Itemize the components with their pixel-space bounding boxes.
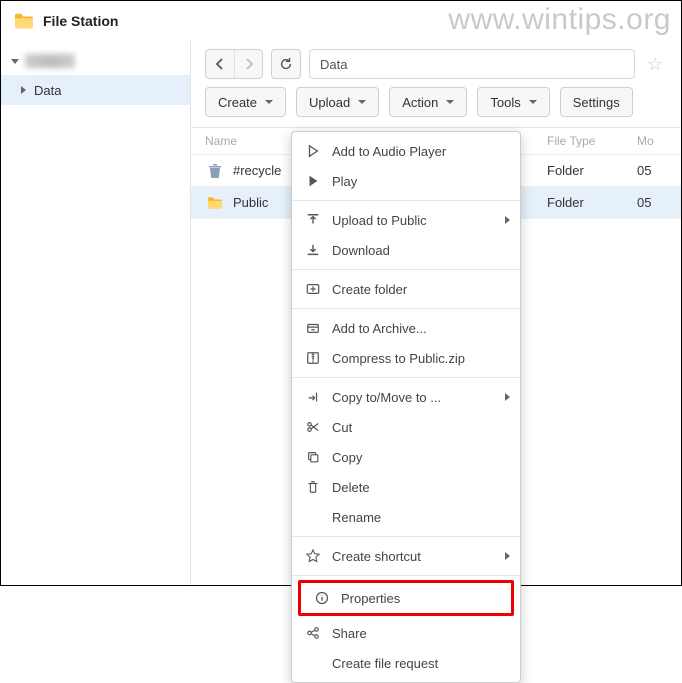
ctx-delete[interactable]: Delete bbox=[292, 472, 520, 502]
folder-plus-icon bbox=[304, 280, 322, 298]
ctx-file-request[interactable]: Create file request bbox=[292, 648, 520, 678]
folder-icon bbox=[205, 193, 225, 213]
ctx-add-archive[interactable]: Add to Archive... bbox=[292, 313, 520, 343]
file-type: Folder bbox=[547, 195, 637, 210]
ctx-cut[interactable]: Cut bbox=[292, 412, 520, 442]
col-mod[interactable]: Mo bbox=[637, 134, 667, 148]
ctx-share[interactable]: Share bbox=[292, 618, 520, 648]
ctx-compress[interactable]: Compress to Public.zip bbox=[292, 343, 520, 373]
trash-icon bbox=[304, 478, 322, 496]
ctx-rename[interactable]: Rename bbox=[292, 502, 520, 532]
sidebar: Data bbox=[1, 41, 191, 585]
back-button[interactable] bbox=[206, 50, 234, 78]
play-outline-icon bbox=[304, 142, 322, 160]
titlebar: File Station bbox=[1, 1, 681, 41]
actions-toolbar: Create Upload Action Tools Settings bbox=[191, 87, 681, 128]
upload-icon bbox=[304, 211, 322, 229]
upload-button[interactable]: Upload bbox=[296, 87, 379, 117]
play-icon bbox=[304, 172, 322, 190]
info-icon bbox=[313, 589, 331, 607]
download-icon bbox=[304, 241, 322, 259]
favorite-star-icon[interactable]: ☆ bbox=[643, 54, 667, 75]
forward-button[interactable] bbox=[234, 50, 262, 78]
ctx-download[interactable]: Download bbox=[292, 235, 520, 265]
blank-icon bbox=[304, 508, 322, 526]
window-title: File Station bbox=[43, 13, 118, 29]
caret-down-icon bbox=[11, 59, 19, 64]
ctx-create-shortcut[interactable]: Create shortcut bbox=[292, 541, 520, 571]
settings-button[interactable]: Settings bbox=[560, 87, 633, 117]
file-name: #recycle bbox=[233, 163, 281, 178]
separator bbox=[292, 308, 520, 309]
archive-icon bbox=[304, 319, 322, 337]
move-icon bbox=[304, 388, 322, 406]
ctx-upload-to[interactable]: Upload to Public bbox=[292, 205, 520, 235]
separator bbox=[292, 377, 520, 378]
folder-icon bbox=[13, 12, 35, 30]
sidebar-item-data[interactable]: Data bbox=[1, 75, 190, 105]
separator bbox=[292, 575, 520, 576]
blank-icon bbox=[304, 654, 322, 672]
share-icon bbox=[304, 624, 322, 642]
refresh-button[interactable] bbox=[271, 49, 301, 79]
file-name: Public bbox=[233, 195, 268, 210]
ctx-create-folder[interactable]: Create folder bbox=[292, 274, 520, 304]
file-type: Folder bbox=[547, 163, 637, 178]
sidebar-item-label: Data bbox=[34, 83, 61, 98]
chevron-right-icon bbox=[505, 552, 510, 560]
tools-button[interactable]: Tools bbox=[477, 87, 549, 117]
blurred-root-label bbox=[25, 54, 75, 68]
copy-icon bbox=[304, 448, 322, 466]
create-button[interactable]: Create bbox=[205, 87, 286, 117]
ctx-copy[interactable]: Copy bbox=[292, 442, 520, 472]
separator bbox=[292, 269, 520, 270]
file-mod: 05 bbox=[637, 195, 667, 210]
col-type[interactable]: File Type bbox=[547, 134, 637, 148]
file-mod: 05 bbox=[637, 163, 667, 178]
star-icon bbox=[304, 547, 322, 565]
nav-group bbox=[205, 49, 263, 79]
caret-right-icon bbox=[21, 86, 26, 94]
context-menu: Add to Audio Player Play Upload to Publi… bbox=[291, 131, 521, 683]
ctx-copy-move[interactable]: Copy to/Move to ... bbox=[292, 382, 520, 412]
ctx-properties[interactable]: Properties bbox=[301, 583, 511, 613]
chevron-right-icon bbox=[505, 216, 510, 224]
zip-icon bbox=[304, 349, 322, 367]
scissors-icon bbox=[304, 418, 322, 436]
action-button[interactable]: Action bbox=[389, 87, 467, 117]
ctx-add-audio[interactable]: Add to Audio Player bbox=[292, 136, 520, 166]
separator bbox=[292, 200, 520, 201]
nav-toolbar: Data ☆ bbox=[191, 41, 681, 87]
ctx-play[interactable]: Play bbox=[292, 166, 520, 196]
tree-root[interactable] bbox=[1, 47, 190, 75]
path-input[interactable]: Data bbox=[309, 49, 635, 79]
chevron-right-icon bbox=[505, 393, 510, 401]
separator bbox=[292, 536, 520, 537]
highlight-box: Properties bbox=[298, 580, 514, 616]
trash-icon bbox=[205, 161, 225, 181]
